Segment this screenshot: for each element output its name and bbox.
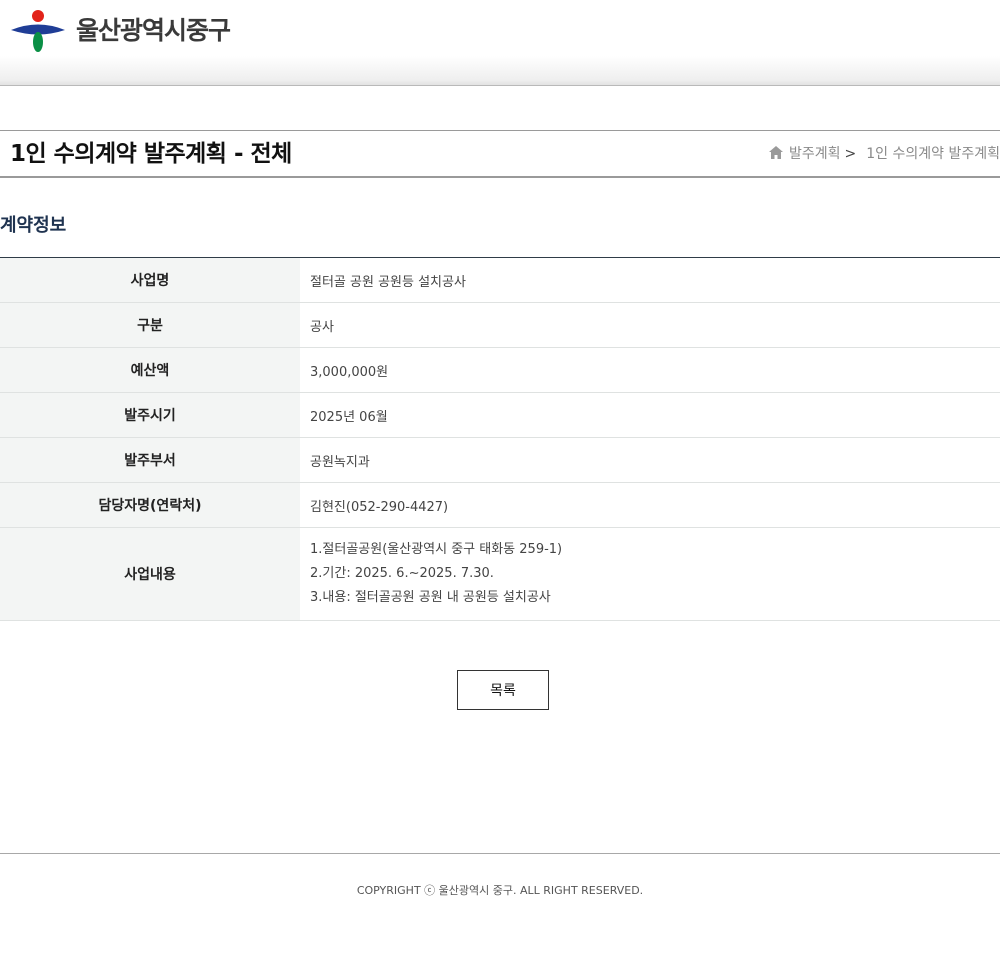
row-value: 공사 (300, 302, 1000, 348)
row-value: 2025년 06월 (300, 392, 1000, 438)
table-row: 사업명 절터골 공원 공원등 설치공사 (0, 257, 1000, 303)
details-line: 2.기간: 2025. 6.~2025. 7.30. (310, 566, 494, 581)
details-line: 1.절터골공원(울산광역시 중구 태화동 259-1) (310, 542, 563, 557)
table-row: 담당자명(연락처) 김현진(052-290-4427) (0, 482, 1000, 528)
row-label: 발주부서 (0, 437, 300, 483)
site-header: 울산광역시중구 (0, 0, 1000, 86)
row-value: 3,000,000원 (300, 347, 1000, 393)
table-row: 구분 공사 (0, 302, 1000, 348)
list-button[interactable]: 목록 (457, 670, 549, 710)
home-icon[interactable] (769, 132, 783, 178)
table-row-details: 사업내용 1.절터골공원(울산광역시 중구 태화동 259-1) 2.기간: 2… (0, 527, 1000, 621)
row-value-details: 1.절터골공원(울산광역시 중구 태화동 259-1) 2.기간: 2025. … (300, 527, 1000, 621)
site-footer: COPYRIGHT ⓒ 울산광역시 중구. ALL RIGHT RESERVED… (0, 853, 1000, 954)
contract-info-table: 사업명 절터골 공원 공원등 설치공사 구분 공사 예산액 3,000,000원… (0, 257, 1000, 621)
breadcrumb-separator: > (844, 146, 857, 162)
org-name: 울산광역시중구 (76, 16, 231, 45)
row-value: 김현진(052-290-4427) (300, 482, 1000, 528)
table-row: 발주시기 2025년 06월 (0, 392, 1000, 438)
row-label: 사업명 (0, 257, 300, 303)
row-label: 구분 (0, 302, 300, 348)
jung-gu-emblem-icon (11, 10, 65, 52)
row-label: 사업내용 (0, 527, 300, 621)
site-logo[interactable]: 울산광역시중구 (10, 9, 231, 53)
breadcrumb-item-current[interactable]: 1인 수의계약 발주계획 (866, 131, 1000, 177)
page-title: 1인 수의계약 발주계획 - 전체 (10, 141, 292, 167)
table-row: 발주부서 공원녹지과 (0, 437, 1000, 483)
row-label: 예산액 (0, 347, 300, 393)
row-label: 발주시기 (0, 392, 300, 438)
section-title: 계약정보 (0, 215, 67, 236)
table-row: 예산액 3,000,000원 (0, 347, 1000, 393)
breadcrumb: 발주계획 > 1인 수의계약 발주계획 (769, 131, 1000, 177)
breadcrumb-item-order-plan[interactable]: 발주계획 (789, 131, 841, 177)
title-bar: 1인 수의계약 발주계획 - 전체 발주계획 > 1인 수의계약 발주계획 (0, 130, 1000, 178)
row-label: 담당자명(연락처) (0, 482, 300, 528)
copyright-text: COPYRIGHT ⓒ 울산광역시 중구. ALL RIGHT RESERVED… (356, 884, 644, 897)
row-value: 절터골 공원 공원등 설치공사 (300, 257, 1000, 303)
details-line: 3.내용: 절터골공원 공원 내 공원등 설치공사 (310, 590, 551, 605)
row-value: 공원녹지과 (300, 437, 1000, 483)
